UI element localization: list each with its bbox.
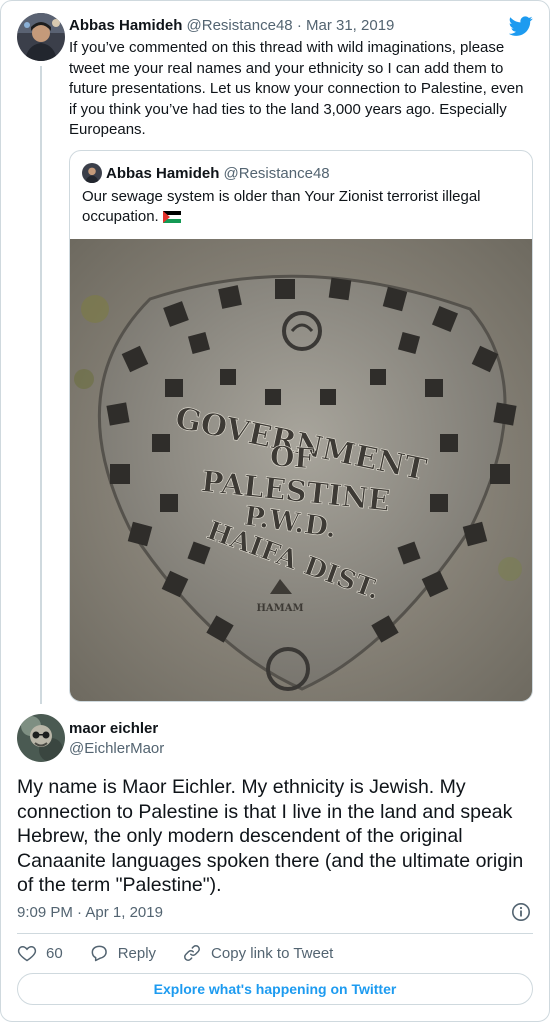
action-bar: 60 Reply Copy link to Tweet [17, 942, 359, 964]
main-tweet-text: My name is Maor Eichler. My ethnicity is… [17, 776, 524, 896]
tweet-timestamp[interactable]: 9:09 PM · Apr 1, 2019 [17, 903, 163, 922]
quoted-author-name[interactable]: Abbas Hamideh [106, 165, 219, 182]
avatar-abbas-hamideh-small[interactable] [82, 163, 102, 183]
action-bar-divider [17, 933, 533, 934]
tweet-time[interactable]: 9:09 PM [17, 904, 73, 921]
quoted-author-handle[interactable]: @Resistance48 [224, 165, 330, 182]
explore-twitter-button[interactable]: Explore what's happening on Twitter [17, 973, 533, 1005]
main-author-handle[interactable]: @EichlerMaor [69, 739, 164, 758]
reply-button[interactable]: Reply [89, 943, 156, 963]
copy-link-button[interactable]: Copy link to Tweet [182, 943, 333, 963]
thread-connector-line [40, 66, 42, 704]
reply-label: Reply [117, 944, 157, 962]
quoted-tweet-card[interactable]: Abbas Hamideh @Resistance48 Our sewage s… [69, 150, 533, 702]
cover-text-line-2: OF [269, 439, 316, 475]
quoted-tweet-text-block: Our sewage system is older than Your Zio… [82, 187, 522, 229]
timestamp-separator: · [77, 904, 83, 921]
info-icon[interactable] [511, 902, 531, 922]
avatar-maor-eichler[interactable] [17, 714, 65, 762]
palestine-flag-icon [162, 209, 181, 229]
tweet-date[interactable]: Apr 1, 2019 [85, 904, 163, 921]
separator-dot: · [296, 17, 302, 34]
link-icon [184, 945, 201, 961]
parent-tweet-text: If you’ve commented on this thread with … [69, 39, 524, 138]
manhole-cover-photo[interactable]: GOVERNMENT OF PALESTINE P.W.D. HAIFA DIS… [70, 239, 532, 701]
avatar-abbas-hamideh[interactable] [17, 13, 65, 61]
author-name[interactable]: Abbas Hamideh [69, 17, 182, 34]
twitter-logo-icon[interactable] [508, 14, 533, 38]
parent-tweet-header: Abbas Hamideh @Resistance48 · Mar 31, 20… [69, 16, 394, 35]
quoted-tweet-text: Our sewage system is older than Your Zio… [82, 188, 481, 225]
tweet-date[interactable]: Mar 31, 2019 [306, 17, 394, 34]
like-count: 60 [46, 944, 63, 962]
copy-link-label: Copy link to Tweet [211, 944, 334, 962]
heart-icon [17, 945, 37, 962]
reply-icon [91, 945, 107, 962]
main-author-name[interactable]: maor eichler [69, 719, 158, 738]
like-button[interactable]: 60 [17, 943, 63, 963]
quoted-tweet-header: Abbas Hamideh @Resistance48 [106, 164, 330, 183]
cover-maker-mark: HAMAM [256, 603, 303, 614]
author-handle[interactable]: @Resistance48 [187, 17, 293, 34]
